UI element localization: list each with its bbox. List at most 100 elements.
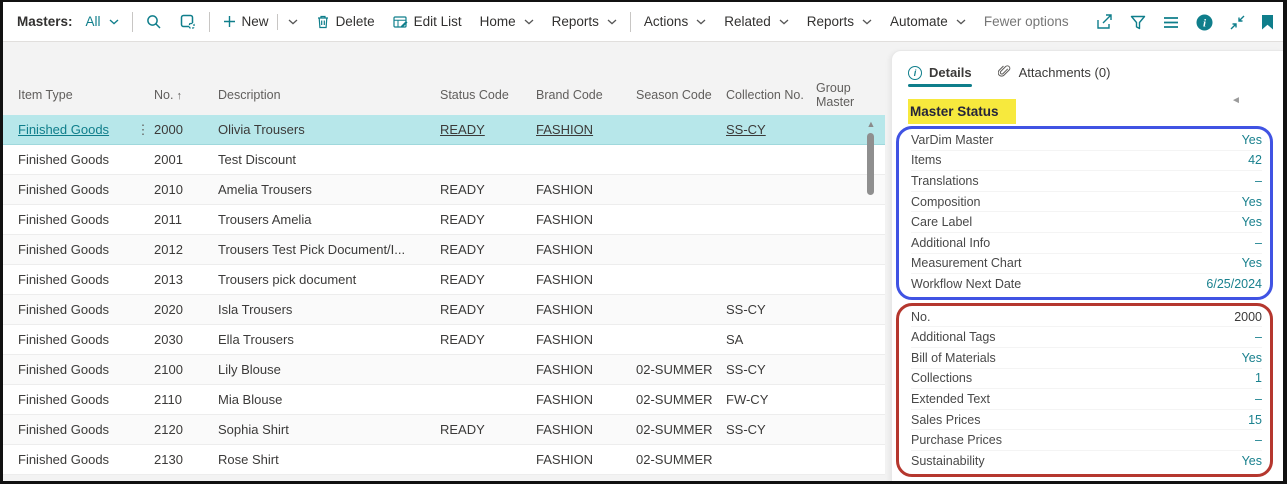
- cell-no[interactable]: 2012: [154, 242, 218, 257]
- cell-brand-code[interactable]: FASHION: [536, 182, 636, 197]
- field-value[interactable]: Yes: [1242, 256, 1262, 270]
- cell-brand-code[interactable]: FASHION: [536, 422, 636, 437]
- cell-brand-code[interactable]: FASHION: [536, 362, 636, 377]
- cell-item-type[interactable]: Finished Goods: [18, 152, 132, 167]
- cell-status-code[interactable]: READY: [440, 332, 536, 347]
- cell-season-code[interactable]: 02-SUMMER: [636, 452, 726, 467]
- field-value[interactable]: Yes: [1242, 215, 1262, 229]
- analyze-button[interactable]: [171, 14, 205, 30]
- cell-description[interactable]: Amelia Trousers: [218, 182, 440, 197]
- reports-menu-2[interactable]: Reports: [798, 14, 881, 29]
- list-view-icon[interactable]: [1163, 16, 1179, 29]
- cell-item-type[interactable]: Finished Goods: [18, 242, 132, 257]
- cell-description[interactable]: Ella Trousers: [218, 332, 440, 347]
- table-row[interactable]: Finished Goods 2130Rose Shirt FASHION02-SU…: [3, 445, 885, 475]
- cell-description[interactable]: Sophia Shirt: [218, 422, 440, 437]
- cell-item-type[interactable]: Finished Goods: [18, 272, 132, 287]
- delete-button[interactable]: Delete: [307, 14, 384, 29]
- column-header[interactable]: Description: [218, 88, 440, 102]
- cell-brand-code[interactable]: FASHION: [536, 392, 636, 407]
- field-value[interactable]: Yes: [1242, 133, 1262, 147]
- cell-item-type[interactable]: Finished Goods: [18, 362, 132, 377]
- cell-no[interactable]: 2010: [154, 182, 218, 197]
- actions-menu[interactable]: Actions: [635, 14, 715, 29]
- cell-item-type[interactable]: Finished Goods: [18, 212, 132, 227]
- cell-no[interactable]: 2001: [154, 152, 218, 167]
- table-row[interactable]: Finished Goods 2012Trousers Test Pick Doc…: [3, 235, 885, 265]
- cell-season-code[interactable]: 02-SUMMER: [636, 362, 726, 377]
- cell-description[interactable]: Test Discount: [218, 152, 440, 167]
- automate-menu[interactable]: Automate: [881, 14, 975, 29]
- cell-brand-code[interactable]: FASHION: [536, 272, 636, 287]
- table-row[interactable]: Finished Goods2030Ella TrousersREADYFASH…: [3, 325, 885, 355]
- table-row[interactable]: Finished Goods2110Mia BlouseFASHION02-SU…: [3, 385, 885, 415]
- table-row[interactable]: Finished Goods2010Amelia TrousersREADYFA…: [3, 175, 885, 205]
- cell-season-code[interactable]: 02-SUMMER: [636, 392, 726, 407]
- cell-status-code[interactable]: READY: [440, 422, 536, 437]
- cell-description[interactable]: Trousers Amelia: [218, 212, 440, 227]
- table-row[interactable]: Finished Goods 2011Trousers AmeliaREADYFA…: [3, 205, 885, 235]
- field-value[interactable]: 6/25/2024: [1206, 277, 1262, 291]
- cell-brand-code[interactable]: FASHION: [536, 212, 636, 227]
- cell-description[interactable]: Lily Blouse: [218, 362, 440, 377]
- cell-collection-no[interactable]: SS-CY: [726, 422, 816, 437]
- cell-no[interactable]: 2000: [154, 122, 218, 137]
- column-header[interactable]: Status Code: [440, 88, 536, 102]
- cell-no[interactable]: 2011: [154, 212, 218, 227]
- cell-brand-code[interactable]: FASHION: [536, 122, 636, 137]
- cell-no[interactable]: 2120: [154, 422, 218, 437]
- cell-no[interactable]: 2020: [154, 302, 218, 317]
- table-row[interactable]: Finished Goods 2020Isla TrousersREADYFASH…: [3, 295, 885, 325]
- cell-item-type[interactable]: Finished Goods: [18, 302, 132, 317]
- cell-no[interactable]: 2130: [154, 452, 218, 467]
- cell-no[interactable]: 2110: [154, 392, 218, 407]
- column-header[interactable]: Group Master: [816, 81, 885, 109]
- cell-brand-code[interactable]: FASHION: [536, 452, 636, 467]
- fewer-options-button[interactable]: Fewer options: [975, 14, 1078, 29]
- new-button[interactable]: New: [214, 14, 307, 30]
- scroll-up-arrow[interactable]: ▲: [863, 117, 879, 131]
- cell-status-code[interactable]: READY: [440, 212, 536, 227]
- cell-collection-no[interactable]: SS-CY: [726, 302, 816, 317]
- row-options-icon[interactable]: ⋮: [132, 122, 154, 138]
- cell-item-type[interactable]: Finished Goods: [18, 452, 132, 467]
- cell-collection-no[interactable]: SS-CY: [726, 362, 816, 377]
- cell-description[interactable]: Rose Shirt: [218, 452, 440, 467]
- cell-status-code[interactable]: READY: [440, 122, 536, 137]
- cell-collection-no[interactable]: SS-CY: [726, 122, 816, 137]
- cell-item-type[interactable]: Finished Goods: [18, 122, 132, 137]
- column-header[interactable]: No.↑: [154, 88, 218, 102]
- cell-description[interactable]: Isla Trousers: [218, 302, 440, 317]
- cell-item-type[interactable]: Finished Goods: [18, 332, 132, 347]
- cell-item-type[interactable]: Finished Goods: [18, 422, 132, 437]
- field-value[interactable]: –: [1255, 433, 1262, 447]
- cell-status-code[interactable]: READY: [440, 272, 536, 287]
- field-value[interactable]: –: [1255, 174, 1262, 188]
- field-value[interactable]: 42: [1248, 153, 1262, 167]
- table-row[interactable]: Finished Goods 2100Lily Blouse FASHION02-S…: [3, 355, 885, 385]
- field-value[interactable]: –: [1255, 330, 1262, 344]
- chevron-down-icon[interactable]: [288, 19, 298, 25]
- pane-resize-arrow[interactable]: ◄: [1231, 95, 1241, 106]
- cell-description[interactable]: Olivia Trousers: [218, 122, 440, 137]
- cell-no[interactable]: 2030: [154, 332, 218, 347]
- table-row[interactable]: Finished Goods⋮2000Olivia TrousersREADYF…: [3, 115, 885, 145]
- field-value[interactable]: 2000: [1234, 310, 1262, 324]
- share-icon[interactable]: [1096, 14, 1113, 30]
- field-value[interactable]: Yes: [1242, 195, 1262, 209]
- column-header[interactable]: Collection No.: [726, 88, 816, 102]
- cell-no[interactable]: 2100: [154, 362, 218, 377]
- cell-description[interactable]: Trousers Test Pick Document/I...: [218, 242, 440, 257]
- field-value[interactable]: –: [1255, 236, 1262, 250]
- view-filter-menu[interactable]: All: [77, 14, 128, 29]
- cell-brand-code[interactable]: FASHION: [536, 302, 636, 317]
- cell-collection-no[interactable]: FW-CY: [726, 392, 816, 407]
- tab-details[interactable]: i Details: [908, 65, 972, 87]
- field-value[interactable]: –: [1255, 392, 1262, 406]
- reports-menu[interactable]: Reports: [543, 14, 626, 29]
- cell-collection-no[interactable]: SA: [726, 332, 816, 347]
- cell-status-code[interactable]: READY: [440, 302, 536, 317]
- column-header[interactable]: Season Code: [636, 88, 726, 102]
- field-value[interactable]: Yes: [1242, 351, 1262, 365]
- filter-icon[interactable]: [1130, 15, 1146, 30]
